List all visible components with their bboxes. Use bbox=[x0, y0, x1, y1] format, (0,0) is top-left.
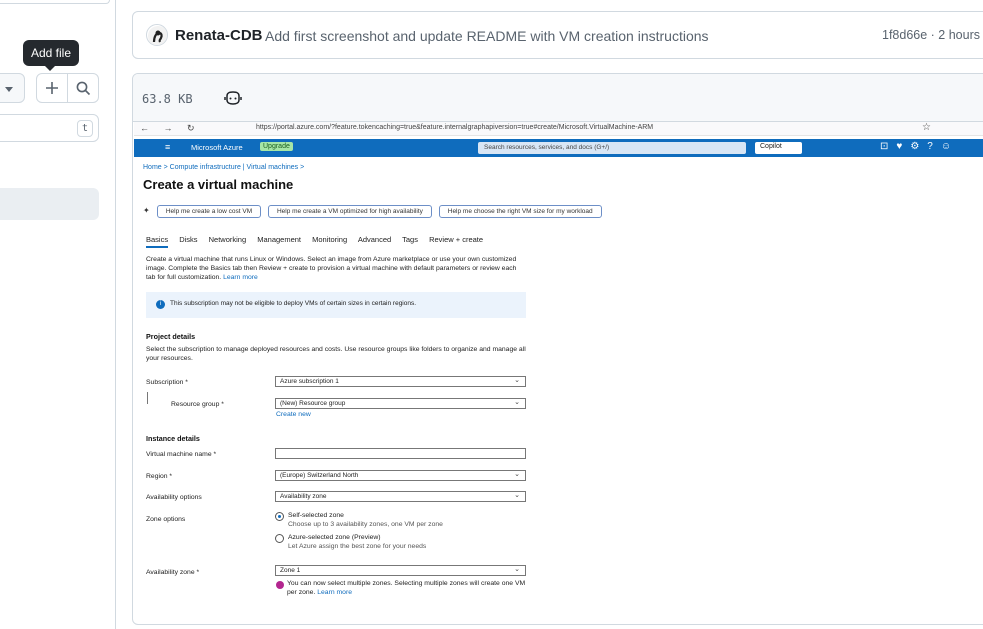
file-actions-group bbox=[36, 73, 99, 103]
browser-nav-icons: ← → ↻ bbox=[140, 123, 201, 133]
bookmark-star-icon: ☆ bbox=[922, 122, 931, 133]
resource-group-value: (New) Resource group bbox=[280, 400, 346, 407]
commit-message[interactable]: Add first screenshot and update README w… bbox=[265, 28, 709, 44]
help-buttons-row: ✦ Help me create a low cost VM Help me c… bbox=[143, 205, 607, 218]
chevron-down-icon: ⌄ bbox=[514, 492, 520, 499]
tab-basics: Basics bbox=[146, 235, 169, 248]
info-text: This subscription may not be eligible to… bbox=[170, 300, 417, 307]
tab-networking: Networking bbox=[208, 235, 247, 244]
radio-azure-selected-zone bbox=[275, 534, 284, 543]
check-circle-icon bbox=[276, 581, 284, 589]
create-new-link: Create new bbox=[276, 411, 311, 418]
availability-zone-value: Zone 1 bbox=[280, 567, 301, 574]
chevron-down-icon: ⌄ bbox=[514, 566, 520, 573]
intro-paragraph: Create a virtual machine that runs Linux… bbox=[146, 255, 526, 283]
resource-group-select: (New) Resource group ⌄ bbox=[275, 398, 526, 409]
vm-name-input bbox=[275, 448, 526, 459]
tab-disks: Disks bbox=[179, 235, 198, 244]
add-file-tooltip: Add file bbox=[23, 40, 80, 71]
wizard-tabs: Basics Disks Networking Management Monit… bbox=[146, 235, 492, 248]
help-button-vm-size: Help me choose the right VM size for my … bbox=[438, 205, 602, 218]
screenshot-image: ← → ↻ https://portal.azure.com/?feature.… bbox=[134, 122, 983, 622]
latest-commit-box: Renata-CDB Add first screenshot and upda… bbox=[132, 11, 983, 59]
author-avatar[interactable] bbox=[146, 24, 168, 46]
chevron-down-icon: ⌄ bbox=[514, 377, 520, 384]
availability-options-select: Availability zone ⌄ bbox=[275, 491, 526, 502]
project-details-description: Select the subscription to manage deploy… bbox=[146, 346, 526, 362]
zone-options-label: Zone options bbox=[146, 516, 186, 523]
tab-advanced: Advanced bbox=[357, 235, 392, 244]
tab-management: Management bbox=[257, 235, 302, 244]
tab-tags: Tags bbox=[402, 235, 418, 244]
chevron-down-icon bbox=[5, 87, 13, 92]
copilot-icon[interactable] bbox=[224, 90, 242, 106]
region-value: (Europe) Switzerland North bbox=[280, 472, 359, 479]
azure-header-icons: ⊡♥⚙?☺ bbox=[880, 141, 960, 152]
file-header: 63.8 KB bbox=[133, 74, 983, 122]
vm-name-label: Virtual machine name * bbox=[146, 451, 217, 458]
top-strip bbox=[0, 0, 110, 4]
subscription-select: Azure subscription 1 ⌄ bbox=[275, 376, 526, 387]
info-icon: i bbox=[156, 300, 165, 309]
search-icon bbox=[76, 81, 90, 95]
azure-search-box: Search resources, services, and docs (G+… bbox=[478, 142, 746, 154]
subscription-label: Subscription * bbox=[146, 379, 188, 386]
file-size: 63.8 KB bbox=[142, 92, 193, 106]
zone-self-desc: Choose up to 3 availability zones, one V… bbox=[288, 521, 443, 528]
page-title: Create a virtual machine bbox=[143, 177, 294, 192]
zone-azure-title: Azure-selected zone (Preview) bbox=[288, 534, 381, 541]
branch-select-button[interactable] bbox=[0, 73, 25, 103]
zone-self-title: Self-selected zone bbox=[288, 512, 344, 519]
zone-note: You can now select multiple zones. Selec… bbox=[287, 579, 527, 597]
azure-brand: Microsoft Azure bbox=[191, 143, 243, 152]
file-tree-panel: Add file t bbox=[0, 0, 116, 629]
search-files-button[interactable] bbox=[67, 74, 98, 102]
tree-line bbox=[147, 392, 148, 404]
breadcrumb: Home > Compute infrastructure | Virtual … bbox=[143, 164, 305, 171]
availability-options-value: Availability zone bbox=[280, 493, 327, 500]
zone-azure-desc: Let Azure assign the best zone for your … bbox=[288, 543, 427, 550]
azure-copilot-button: Copilot bbox=[755, 142, 802, 154]
filter-files-input[interactable]: t bbox=[0, 114, 99, 142]
intro-text: Create a virtual machine that runs Linux… bbox=[146, 256, 517, 282]
file-viewer: 63.8 KB ← → ↻ https://portal.azure.com/?… bbox=[132, 73, 983, 625]
sparkle-icon: ✦ bbox=[143, 206, 150, 215]
help-button-low-cost: Help me create a low cost VM bbox=[156, 205, 262, 218]
tab-review-create: Review + create bbox=[429, 235, 484, 244]
shortcut-key: t bbox=[77, 120, 93, 137]
browser-toolbar: ← → ↻ https://portal.azure.com/?feature.… bbox=[134, 122, 983, 136]
browser-url: https://portal.azure.com/?feature.tokenc… bbox=[256, 124, 654, 131]
subscription-value: Azure subscription 1 bbox=[280, 378, 339, 385]
help-button-high-availability: Help me create a VM optimized for high a… bbox=[267, 205, 432, 218]
zone-note-link: Learn more bbox=[317, 589, 352, 596]
commit-author[interactable]: Renata-CDB bbox=[175, 27, 263, 44]
instance-details-heading: Instance details bbox=[146, 434, 200, 443]
plus-icon bbox=[46, 82, 59, 94]
azure-top-bar: ≡ Microsoft Azure Upgrade Search resourc… bbox=[134, 139, 983, 157]
tab-monitoring: Monitoring bbox=[312, 235, 348, 244]
region-label: Region * bbox=[146, 473, 173, 480]
commit-meta[interactable]: 1f8d66e · 2 hours a bbox=[882, 28, 983, 42]
project-details-heading: Project details bbox=[146, 332, 196, 341]
learn-more-link: Learn more bbox=[223, 274, 258, 282]
info-banner: i This subscription may not be eligible … bbox=[146, 292, 526, 318]
radio-self-selected-zone bbox=[275, 512, 284, 521]
add-file-button[interactable] bbox=[37, 74, 67, 102]
hamburger-menu-icon: ≡ bbox=[165, 142, 171, 152]
availability-zone-select: Zone 1 ⌄ bbox=[275, 565, 526, 576]
selected-file-row[interactable] bbox=[0, 188, 99, 220]
availability-zone-label: Availability zone * bbox=[146, 569, 200, 576]
chevron-down-icon: ⌄ bbox=[514, 399, 520, 406]
availability-options-label: Availability options bbox=[146, 494, 202, 501]
resource-group-label: Resource group * bbox=[171, 401, 224, 408]
region-select: (Europe) Switzerland North ⌄ bbox=[275, 470, 526, 481]
chevron-down-icon: ⌄ bbox=[514, 471, 520, 478]
azure-upgrade-badge: Upgrade bbox=[260, 142, 293, 151]
